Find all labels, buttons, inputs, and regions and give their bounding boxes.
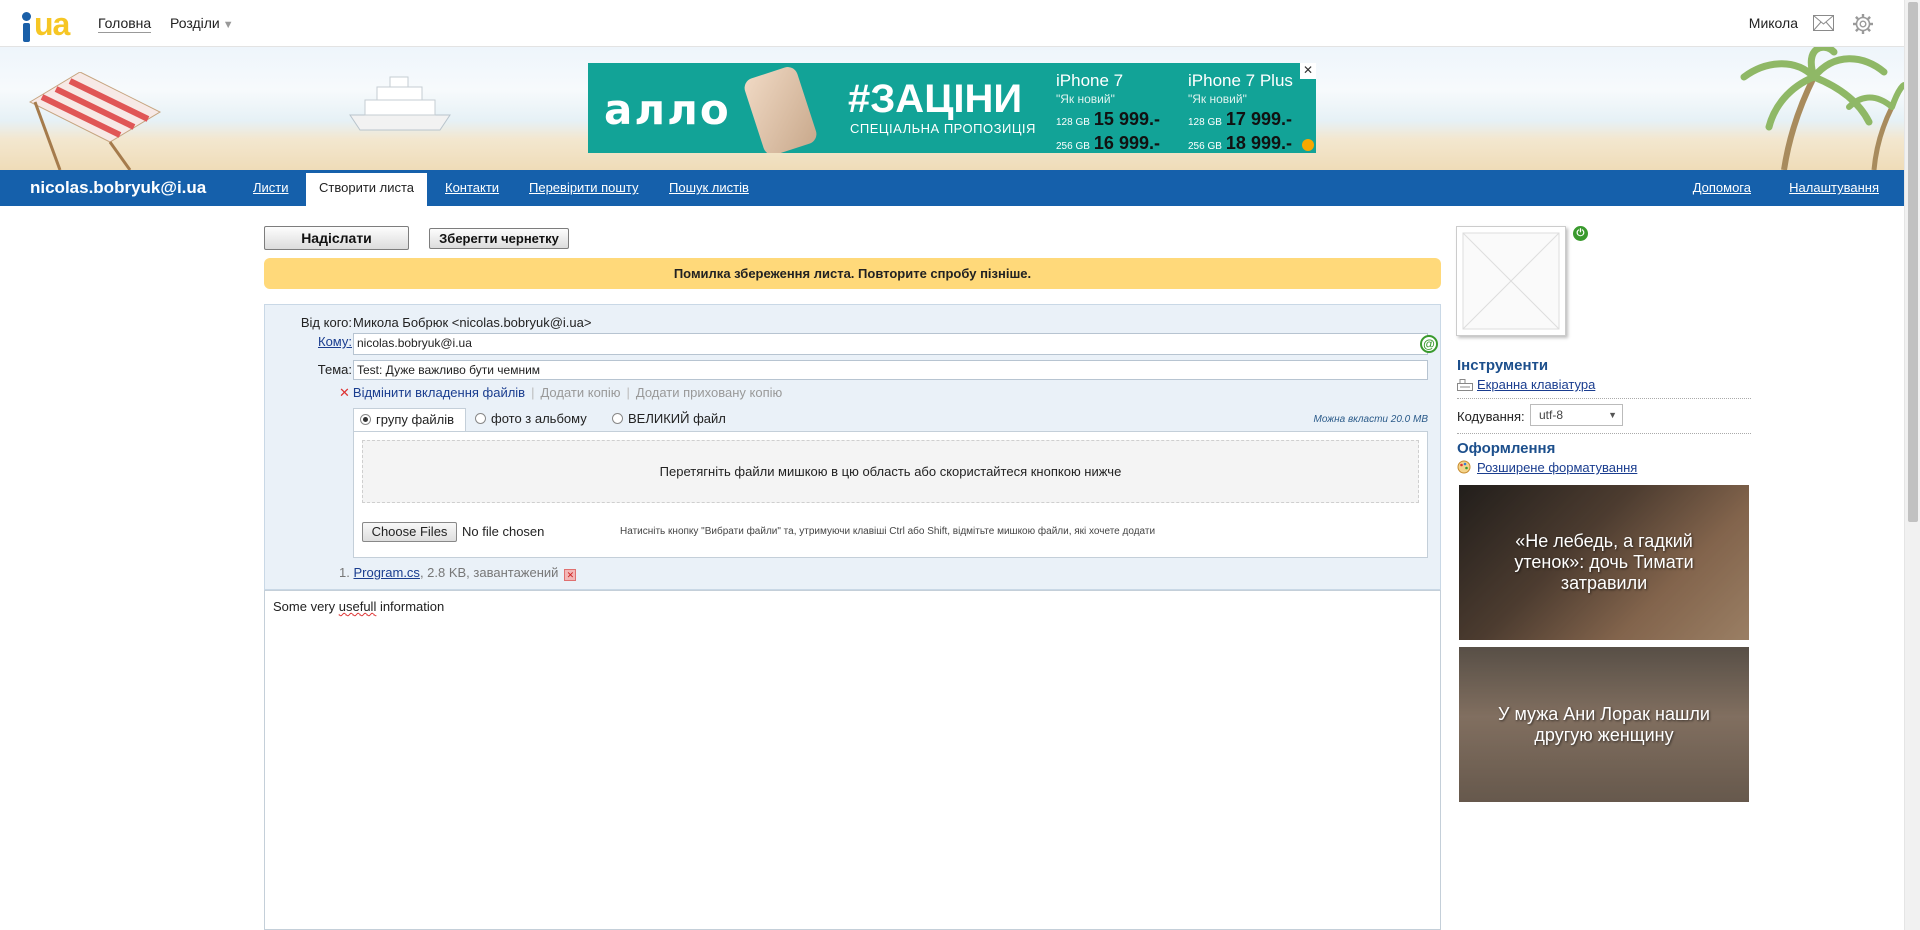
paint-palette-icon <box>1457 460 1473 474</box>
message-body-editor[interactable]: Some very usefull information <box>264 590 1441 930</box>
upload-hint: Натисніть кнопку "Вибрати файли" та, утр… <box>620 526 1156 537</box>
ad-offer-row: 256 GB 18 999.- <box>1188 133 1292 153</box>
scrollbar-thumb[interactable] <box>1908 2 1918 522</box>
ad-offer-model: iPhone 7 Plus <box>1188 71 1293 90</box>
logo-figure-icon <box>20 12 32 42</box>
logo-text: ua <box>34 6 70 42</box>
mail-nav-bar: nicolas.bobryuk@i.ua Листи Створити лист… <box>0 170 1904 206</box>
upload-widget: групу файлів фото з альбому ВЕЛИКИЙ файл… <box>353 408 1428 558</box>
from-label: Від кого: <box>300 315 352 330</box>
advertisement-banner[interactable]: аллo #ЗАЦІНИ СПЕЦІАЛЬНА ПРОПОЗИЦІЯ iPhon… <box>588 63 1316 153</box>
beach-banner: аллo #ЗАЦІНИ СПЕЦІАЛЬНА ПРОПОЗИЦІЯ iPhon… <box>0 47 1904 170</box>
delete-attachment-icon[interactable]: ✕ <box>564 569 577 581</box>
ad-choices-icon[interactable] <box>1302 139 1314 151</box>
cancel-icon[interactable]: ✕ <box>339 385 350 400</box>
advanced-formatting-link[interactable]: Розширене форматування <box>1457 460 1637 475</box>
nav-sections-menu[interactable]: Розділи ▼ <box>170 15 234 31</box>
close-icon[interactable]: ✕ <box>1300 63 1316 79</box>
radio-selected-icon <box>360 414 371 425</box>
subject-label: Тема: <box>317 362 352 377</box>
ad-phone-image <box>741 64 820 153</box>
upload-tab-group[interactable]: групу файлів <box>353 408 466 431</box>
encoding-label: Кодування: <box>1457 409 1525 424</box>
ad-offer-row: 256 GB 16 999.- <box>1056 133 1160 153</box>
attachment-links-row: ✕ Відмінити вкладення файлів | Додати копію… <box>339 385 783 400</box>
upload-tab-album[interactable]: фото з альбому <box>469 408 593 431</box>
no-file-label: No file chosen <box>462 524 545 539</box>
page-scrollbar[interactable] <box>1904 0 1920 930</box>
ad-offer-condition: "Як новий" <box>1188 92 1247 106</box>
attachment-index: 1. <box>339 565 350 580</box>
address-book-icon[interactable]: @ <box>1420 335 1438 353</box>
send-button[interactable]: Надіслати <box>264 226 409 250</box>
ad-offer-row: 128 GB 15 999.- <box>1056 109 1160 129</box>
to-field[interactable]: nicolas.bobryuk@i.ua <box>353 333 1428 355</box>
upload-tab-big-file[interactable]: ВЕЛИКИЙ файл <box>606 408 732 431</box>
max-size-note: Можна вкласти 20.0 MB <box>1313 414 1428 425</box>
upload-panel: Перетягніть файли мишкою в цю область аб… <box>353 431 1428 558</box>
attachment-info: , 2.8 KB, завантажений <box>419 565 559 580</box>
design-heading: Оформлення <box>1457 440 1556 457</box>
attachment-item: 1. Program.cs, 2.8 KB, завантажений ✕ <box>339 565 577 581</box>
cancel-attachment-link[interactable]: Відмінити вкладення файлів <box>353 385 525 400</box>
divider <box>1457 398 1751 399</box>
save-draft-button[interactable]: Зберегти чернетку <box>429 228 569 249</box>
mail-icon[interactable] <box>1813 15 1834 31</box>
file-dropzone[interactable]: Перетягніть файли мишкою в цю область аб… <box>362 440 1419 503</box>
power-icon[interactable]: ⏻ <box>1573 226 1588 241</box>
news-teaser-title: «Не лебедь, а гадкий утенок»: дочь Тимат… <box>1514 531 1694 593</box>
help-link[interactable]: Допомога <box>1680 170 1764 206</box>
account-email: nicolas.bobryuk@i.ua <box>30 178 207 197</box>
add-cc-link[interactable]: Додати копію <box>540 385 620 400</box>
ad-offer-condition: "Як новий" <box>1056 92 1115 106</box>
misspelled-word[interactable]: usefull <box>339 599 377 614</box>
news-teaser[interactable]: «Не лебедь, а гадкий утенок»: дочь Тимат… <box>1459 485 1749 640</box>
encoding-select[interactable]: utf-8 ▼ <box>1530 404 1623 426</box>
tools-heading: Інструменти <box>1457 357 1549 374</box>
screen-keyboard-link[interactable]: Екранна клавіатура <box>1457 377 1595 392</box>
avatar-placeholder-icon <box>1462 232 1560 330</box>
ad-brand-logo: аллo <box>604 85 731 134</box>
ad-offer-iphone7: iPhone 7 "Як новий" 128 GB 15 999.- 256 G… <box>1056 71 1160 153</box>
iua-logo[interactable]: ua <box>18 6 76 42</box>
tab-letters[interactable]: Листи <box>240 170 302 206</box>
beach-chair-image <box>28 72 162 170</box>
tab-compose[interactable]: Створити листа <box>306 173 428 206</box>
chevron-down-icon: ▼ <box>222 19 234 31</box>
subject-field[interactable]: Test: Дуже важливо бути чемним <box>353 360 1428 380</box>
tab-search-letters[interactable]: Пошук листів <box>656 170 762 206</box>
news-teaser[interactable]: У мужа Ани Лорак нашли другую женщину <box>1459 647 1749 802</box>
to-label-link[interactable]: Кому: <box>318 334 352 349</box>
tab-check-mail[interactable]: Перевірити пошту <box>516 170 651 206</box>
error-message: Помилка збереження листа. Повторите спро… <box>264 258 1441 289</box>
divider <box>1457 433 1751 434</box>
radio-icon <box>612 413 623 424</box>
compose-form: Від кого: Микола Бобрюк <nicolas.bobryuk… <box>264 304 1441 590</box>
radio-icon <box>475 413 486 424</box>
keyboard-icon <box>1457 379 1473 391</box>
cruise-ship-image <box>349 76 451 131</box>
user-name-link[interactable]: Микола <box>1749 15 1798 31</box>
tab-contacts[interactable]: Контакти <box>432 170 512 206</box>
news-teaser-title: У мужа Ани Лорак нашли другую женщину <box>1498 703 1710 745</box>
from-value: Микола Бобрюк <nicolas.bobryuk@i.ua> <box>353 315 592 330</box>
gear-icon[interactable] <box>1852 13 1874 35</box>
nav-home-link[interactable]: Головна <box>98 15 152 33</box>
chevron-down-icon: ▼ <box>1608 410 1617 420</box>
nav-sections-label: Розділи <box>170 15 220 31</box>
ad-offer-row: 128 GB 17 999.- <box>1188 109 1292 129</box>
settings-link[interactable]: Налаштування <box>1776 170 1892 206</box>
ad-headline: #ЗАЦІНИ <box>848 77 1023 121</box>
add-bcc-link[interactable]: Додати приховану копію <box>636 385 782 400</box>
ad-subline: СПЕЦІАЛЬНА ПРОПОЗИЦІЯ <box>850 121 1036 136</box>
palm-trees-image <box>1740 47 1904 170</box>
ad-offer-iphone7-plus: iPhone 7 Plus "Як новий" 128 GB 17 999.- … <box>1188 71 1293 153</box>
top-bar: ua Головна Розділи ▼ Микола <box>0 0 1904 47</box>
choose-files-button[interactable]: Choose Files <box>362 522 457 542</box>
avatar[interactable] <box>1456 226 1566 336</box>
attachment-file-link[interactable]: Program.cs <box>353 565 419 580</box>
ad-offer-model: iPhone 7 <box>1056 71 1124 90</box>
